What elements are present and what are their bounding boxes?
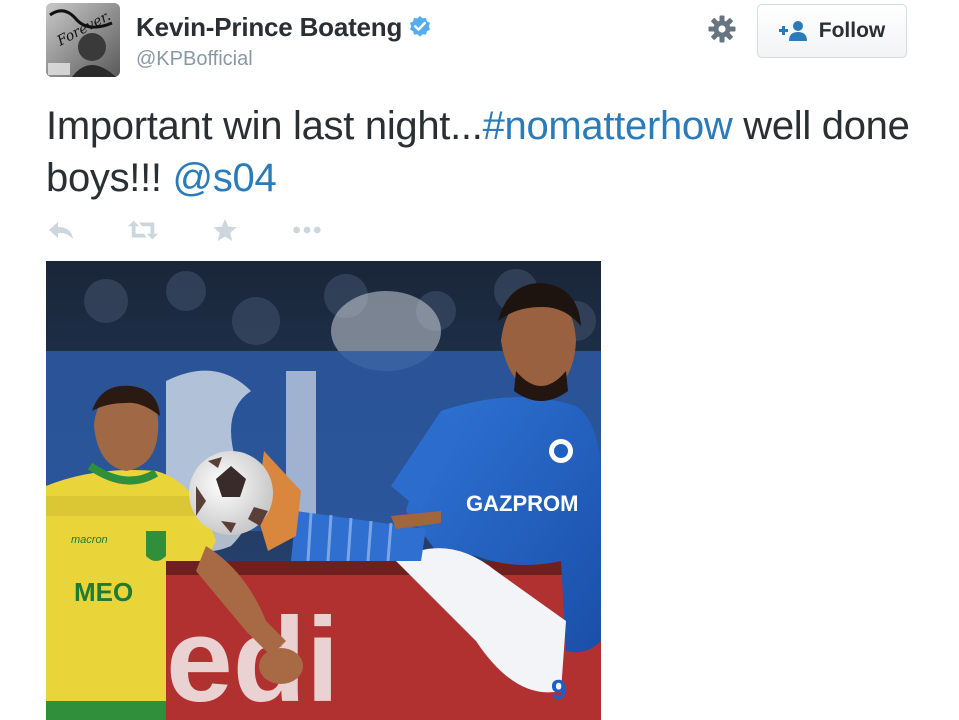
football-photo: edi MEO macron GAZPROM 9 xyxy=(46,261,601,720)
favorite-button[interactable] xyxy=(210,218,240,242)
tweet-photo[interactable]: edi MEO macron GAZPROM 9 xyxy=(46,261,601,720)
retweet-icon xyxy=(128,220,158,240)
jersey-number: 9 xyxy=(551,674,567,705)
tweet-text-part: Important win last night... xyxy=(46,104,483,148)
opponent-brand: macron xyxy=(71,534,108,546)
tweet-card: Forever. Kevin-Prince Boateng @KPBoffici… xyxy=(0,0,959,720)
football xyxy=(189,451,273,535)
mention-link[interactable]: @s04 xyxy=(173,156,277,200)
reply-icon xyxy=(49,222,73,239)
tweet-text: Important win last night...#nomatterhow … xyxy=(46,100,926,204)
jersey-sponsor: GAZPROM xyxy=(466,491,578,516)
user-handle[interactable]: @KPBofficial xyxy=(136,48,432,71)
follow-label: Follow xyxy=(818,19,886,42)
more-dots-icon xyxy=(293,226,321,234)
tweet-actions xyxy=(46,214,374,246)
hashtag-link[interactable]: #nomatterhow xyxy=(483,104,733,148)
add-user-icon xyxy=(778,21,807,41)
avatar[interactable]: Forever. xyxy=(46,3,120,77)
name-row: Kevin-Prince Boateng xyxy=(136,10,432,44)
opponent-sponsor: MEO xyxy=(74,577,133,607)
tweet-header: Kevin-Prince Boateng @KPBofficial xyxy=(136,10,432,74)
star-icon xyxy=(213,219,237,241)
display-name[interactable]: Kevin-Prince Boateng xyxy=(136,12,402,43)
reply-button[interactable] xyxy=(46,218,76,242)
follow-button[interactable]: Follow xyxy=(757,4,907,58)
verified-badge-icon xyxy=(410,16,431,37)
avatar-image: Forever. xyxy=(46,3,120,77)
retweet-button[interactable] xyxy=(128,218,158,242)
more-button[interactable] xyxy=(292,218,322,242)
gear-icon[interactable] xyxy=(707,14,737,44)
